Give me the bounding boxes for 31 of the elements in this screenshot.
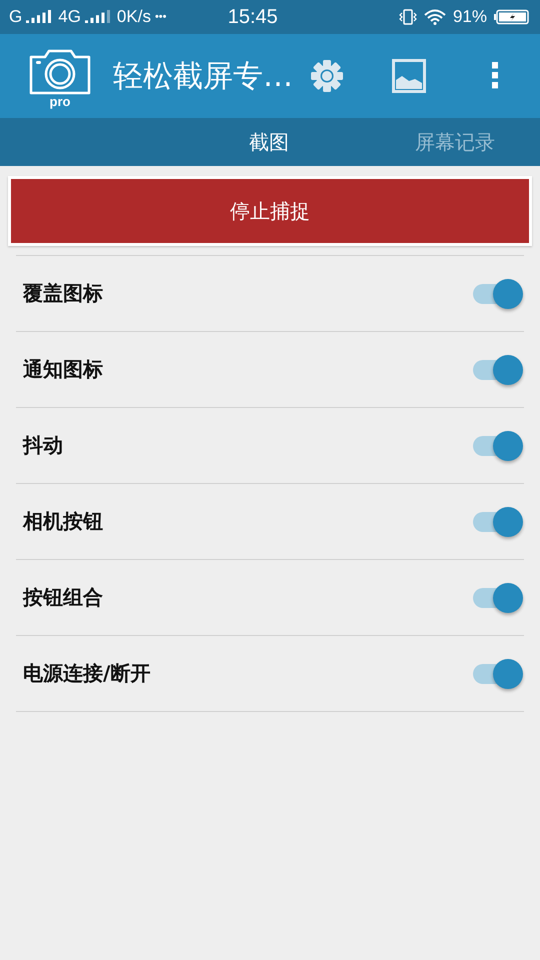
network-label: G — [9, 7, 22, 27]
setting-label: 抖动 — [23, 432, 63, 459]
vibrate-icon — [398, 9, 417, 25]
camera-icon — [29, 49, 91, 95]
toggle-switch[interactable] — [473, 582, 525, 614]
toggle-switch[interactable] — [473, 354, 525, 386]
setting-label: 覆盖图标 — [23, 280, 103, 307]
clock-text: 15:45 — [228, 6, 278, 28]
battery-percent-text: 91% — [452, 7, 487, 27]
image-icon[interactable] — [392, 59, 426, 93]
wifi-icon — [424, 9, 446, 25]
more-menu-button[interactable]: ⋮ — [474, 59, 516, 93]
settings-icon[interactable] — [310, 59, 344, 93]
toggle-switch[interactable] — [473, 506, 525, 538]
tab[interactable]: 截图 — [249, 128, 289, 156]
stop-capture-button[interactable]: 停止捕捉 — [8, 176, 532, 246]
toggle-switch[interactable] — [473, 658, 525, 690]
toggle-switch[interactable] — [473, 430, 525, 462]
setting-label: 按钮组合 — [23, 584, 103, 611]
setting-label: 通知图标 — [23, 356, 103, 383]
toggle-switch[interactable] — [473, 278, 525, 310]
logo-label: pro — [50, 95, 70, 109]
app-title: 轻松截屏专… — [113, 58, 294, 96]
battery-charging-icon — [494, 9, 530, 25]
setting-label: 相机按钮 — [23, 508, 103, 535]
setting-label: 电源连接/断开 — [23, 660, 150, 687]
network-label: 4G — [58, 7, 81, 27]
speed-text: 0K/s — [116, 7, 151, 27]
tab[interactable]: 屏幕记录 — [415, 128, 495, 156]
signal-icon — [84, 9, 113, 25]
more-notifications-text: ••• — [154, 11, 167, 23]
